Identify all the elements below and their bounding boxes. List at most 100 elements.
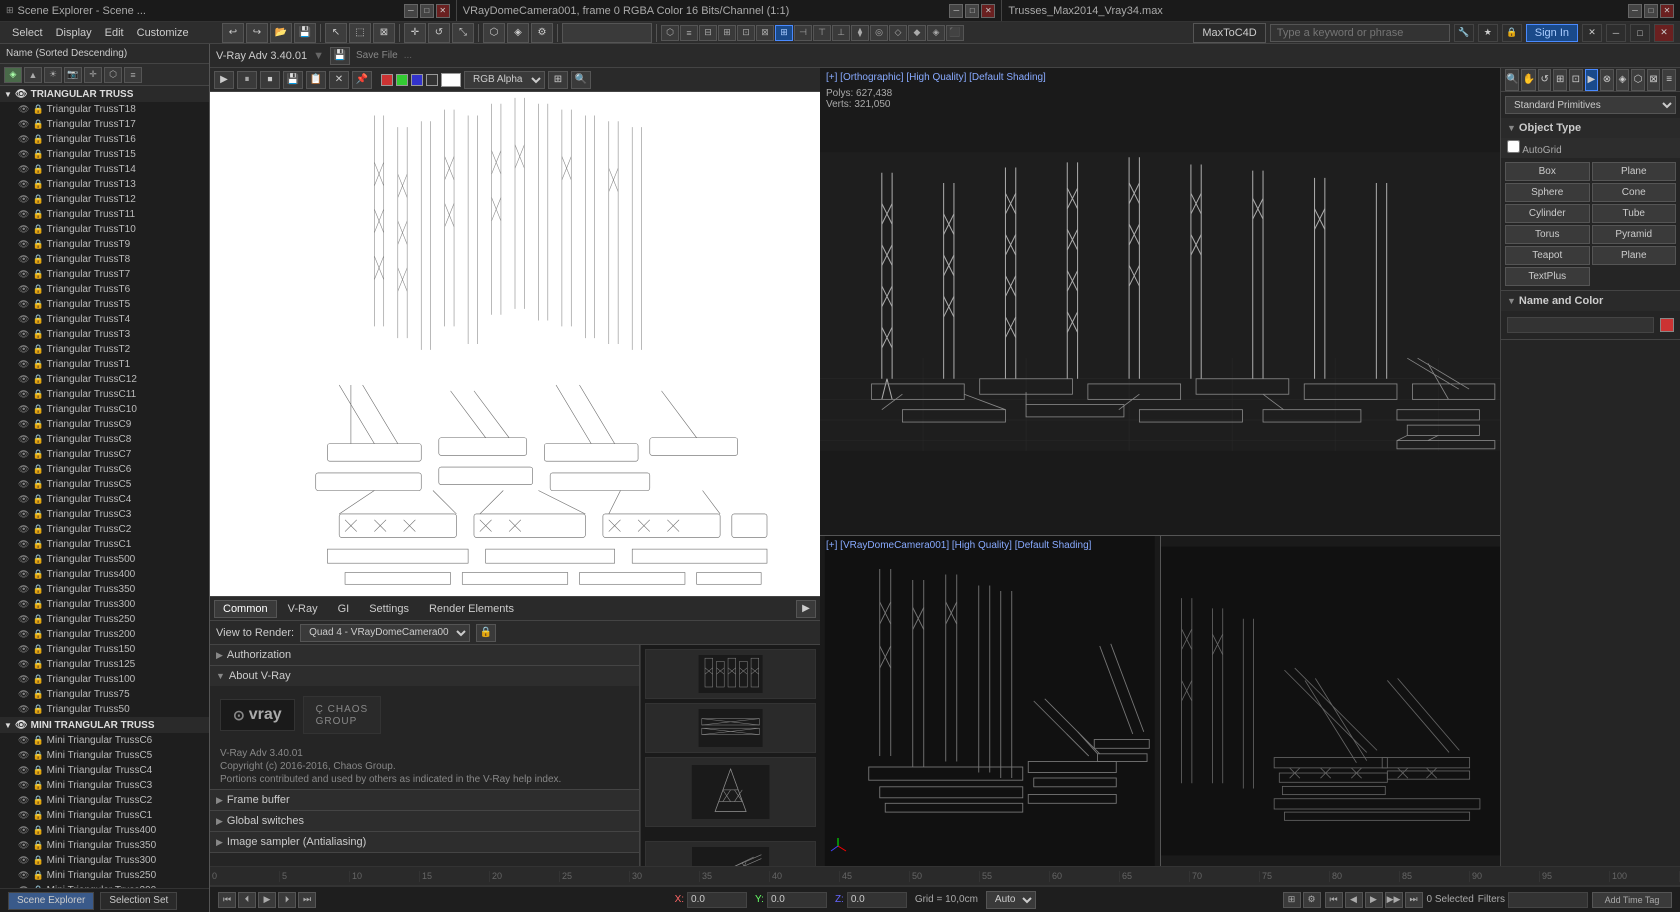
sign-in-btn[interactable]: Sign In [1526, 24, 1578, 42]
time-tick[interactable]: 15 [420, 871, 490, 882]
tool-8[interactable]: ⊣ [794, 25, 812, 41]
tree-item[interactable]: 👁🔒Mini Triangular Truss300 [0, 853, 209, 868]
tab-common[interactable]: Common [214, 600, 277, 618]
nav-4[interactable]: ⬡ [1631, 69, 1645, 91]
nav-field[interactable]: ⊞ [1553, 69, 1567, 91]
tool-5[interactable]: ⊡ [737, 25, 755, 41]
tree-item[interactable]: 👁🔒Triangular TrussC12 [0, 372, 209, 387]
tree-item[interactable]: 👁🔒Triangular Truss350 [0, 582, 209, 597]
select-btn[interactable]: ↖ [325, 23, 347, 43]
tree-item[interactable]: 👁🔒Triangular Truss150 [0, 642, 209, 657]
thumb-3[interactable] [645, 757, 816, 827]
tree-item[interactable]: 👁🔒Triangular TrussC1 [0, 537, 209, 552]
filter-light[interactable]: ☀ [44, 67, 62, 83]
tree-item[interactable]: 👁🔒Mini Triangular Truss400 [0, 823, 209, 838]
obj-plane[interactable]: Plane [1592, 246, 1677, 265]
render-setup-btn[interactable]: ⚙ [531, 23, 553, 43]
nav-6[interactable]: ≡ [1662, 69, 1676, 91]
tab-scene-explorer[interactable]: Scene Explorer [8, 892, 94, 910]
nav-zoom[interactable]: 🔍 [1505, 69, 1519, 91]
maximize-btn-2[interactable]: □ [965, 4, 979, 18]
save-btn[interactable]: 💾 [294, 23, 316, 43]
filter-space[interactable]: ⬡ [104, 67, 122, 83]
undo-btn[interactable]: ↩ [222, 23, 244, 43]
auto-dropdown[interactable]: Auto [986, 891, 1036, 909]
tree-item[interactable]: 👁🔒Mini Triangular TrussC5 [0, 748, 209, 763]
filter-cam[interactable]: 📷 [64, 67, 82, 83]
nav-2[interactable]: ⊗ [1600, 69, 1614, 91]
time-tick[interactable]: 55 [980, 871, 1050, 882]
thumb-4[interactable] [645, 841, 816, 866]
tree-item[interactable]: 👁🔒Triangular TrussT7 [0, 267, 209, 282]
tab-render-elements[interactable]: Render Elements [420, 600, 523, 618]
open-btn[interactable]: 📂 [270, 23, 292, 43]
time-tick[interactable]: 65 [1120, 871, 1190, 882]
time-tick[interactable]: 90 [1470, 871, 1540, 882]
tool-14[interactable]: ◆ [908, 25, 926, 41]
tree-item[interactable]: 👁🔒Triangular TrussC8 [0, 432, 209, 447]
time-tick[interactable]: 20 [490, 871, 560, 882]
tree-item[interactable]: 👁🔒Mini Triangular Truss350 [0, 838, 209, 853]
tool-4[interactable]: ⊞ [718, 25, 736, 41]
tree-item[interactable]: 👁🔒Triangular Truss75 [0, 687, 209, 702]
tree-item[interactable]: 👁🔒Triangular TrussT1 [0, 357, 209, 372]
obj-textplus[interactable]: TextPlus [1505, 267, 1590, 286]
material-btn[interactable]: ◈ [507, 23, 529, 43]
rt-channel-btn[interactable]: ⊞ [548, 71, 568, 89]
rt-close-btn[interactable]: ✕ [329, 71, 349, 89]
tree-item[interactable]: 👁🔒Triangular Truss250 [0, 612, 209, 627]
filter-helper[interactable]: ✛ [84, 67, 102, 83]
top-icon-2[interactable]: ★ [1478, 24, 1498, 42]
object-type-header[interactable]: ▼ Object Type [1501, 118, 1680, 138]
nav-orbit[interactable]: ↺ [1538, 69, 1552, 91]
nav-pan[interactable]: ✋ [1521, 69, 1535, 91]
name-color-header[interactable]: ▼ Name and Color [1501, 291, 1680, 311]
tree-item[interactable]: 👁🔒Triangular Truss300 [0, 597, 209, 612]
menu-display[interactable]: Display [50, 25, 98, 41]
minimize-btn-2[interactable]: ─ [949, 4, 963, 18]
primitives-dropdown[interactable]: Standard Primitives [1505, 96, 1676, 114]
tree-item[interactable]: 👁🔒Triangular TrussT16 [0, 132, 209, 147]
time-tick[interactable]: 35 [700, 871, 770, 882]
time-tick[interactable]: 60 [1050, 871, 1120, 882]
rotate-btn[interactable]: ↺ [428, 23, 450, 43]
tree-item[interactable]: 👁🔒Triangular TrussT9 [0, 237, 209, 252]
group-mini-triangular-truss[interactable]: ▼ 👁 MINI TRANGULAR TRUSS [0, 717, 209, 733]
tree-item[interactable]: 👁🔒Triangular TrussT2 [0, 342, 209, 357]
maxtocid-btn[interactable]: MaxToC4D [1193, 23, 1265, 43]
color-swatch[interactable] [1660, 318, 1674, 332]
tree-item[interactable]: 👁🔒Triangular TrussT14 [0, 162, 209, 177]
about-vray-header[interactable]: ▼ About V-Ray [210, 666, 639, 686]
tree-item[interactable]: 👁🔒Mini Triangular TrussC6 [0, 733, 209, 748]
scale-btn[interactable]: ⤡ [452, 23, 474, 43]
tree-item[interactable]: 👁🔒Triangular TrussT18 [0, 102, 209, 117]
rt-pause-btn[interactable]: ⏸ [237, 71, 257, 89]
time-tick[interactable]: 75 [1260, 871, 1330, 882]
color-b[interactable] [411, 74, 423, 86]
time-tick[interactable]: 10 [350, 871, 420, 882]
tree-item[interactable]: 👁🔒Mini Triangular TrussC4 [0, 763, 209, 778]
minimize-btn-1[interactable]: ─ [404, 4, 418, 18]
group-triangular-truss[interactable]: ▼ 👁 TRIANGULAR TRUSS [0, 86, 209, 102]
play-end[interactable]: ⏭ [298, 892, 316, 908]
rt-pin-btn[interactable]: 📌 [352, 71, 372, 89]
tool-10[interactable]: ⊥ [832, 25, 850, 41]
tree-item[interactable]: 👁🔒Triangular TrussC7 [0, 447, 209, 462]
menu-select[interactable]: Select [6, 25, 49, 41]
rt-zoom-btn[interactable]: 🔍 [571, 71, 591, 89]
layer-btn[interactable]: ⬡ [483, 23, 505, 43]
render-save-icon[interactable]: 💾 [330, 47, 350, 65]
top-icon-4[interactable]: ✕ [1582, 24, 1602, 42]
tree-item[interactable]: 👁🔒Triangular TrussT10 [0, 222, 209, 237]
select-region-btn[interactable]: ⬚ [349, 23, 371, 43]
tree-item[interactable]: 👁🔒Triangular TrussC3 [0, 507, 209, 522]
tool-2[interactable]: ≡ [680, 25, 698, 41]
tool-13[interactable]: ◇ [889, 25, 907, 41]
time-tick[interactable]: 80 [1330, 871, 1400, 882]
frame-buffer-header[interactable]: ▶ Frame buffer [210, 790, 639, 810]
filter-all[interactable]: ◈ [4, 67, 22, 83]
tree-item[interactable]: 👁🔒Mini Triangular TrussC2 [0, 793, 209, 808]
selection-set-input[interactable] [562, 23, 652, 43]
filters-input[interactable] [1508, 892, 1588, 908]
obj-torus[interactable]: Torus [1505, 225, 1590, 244]
